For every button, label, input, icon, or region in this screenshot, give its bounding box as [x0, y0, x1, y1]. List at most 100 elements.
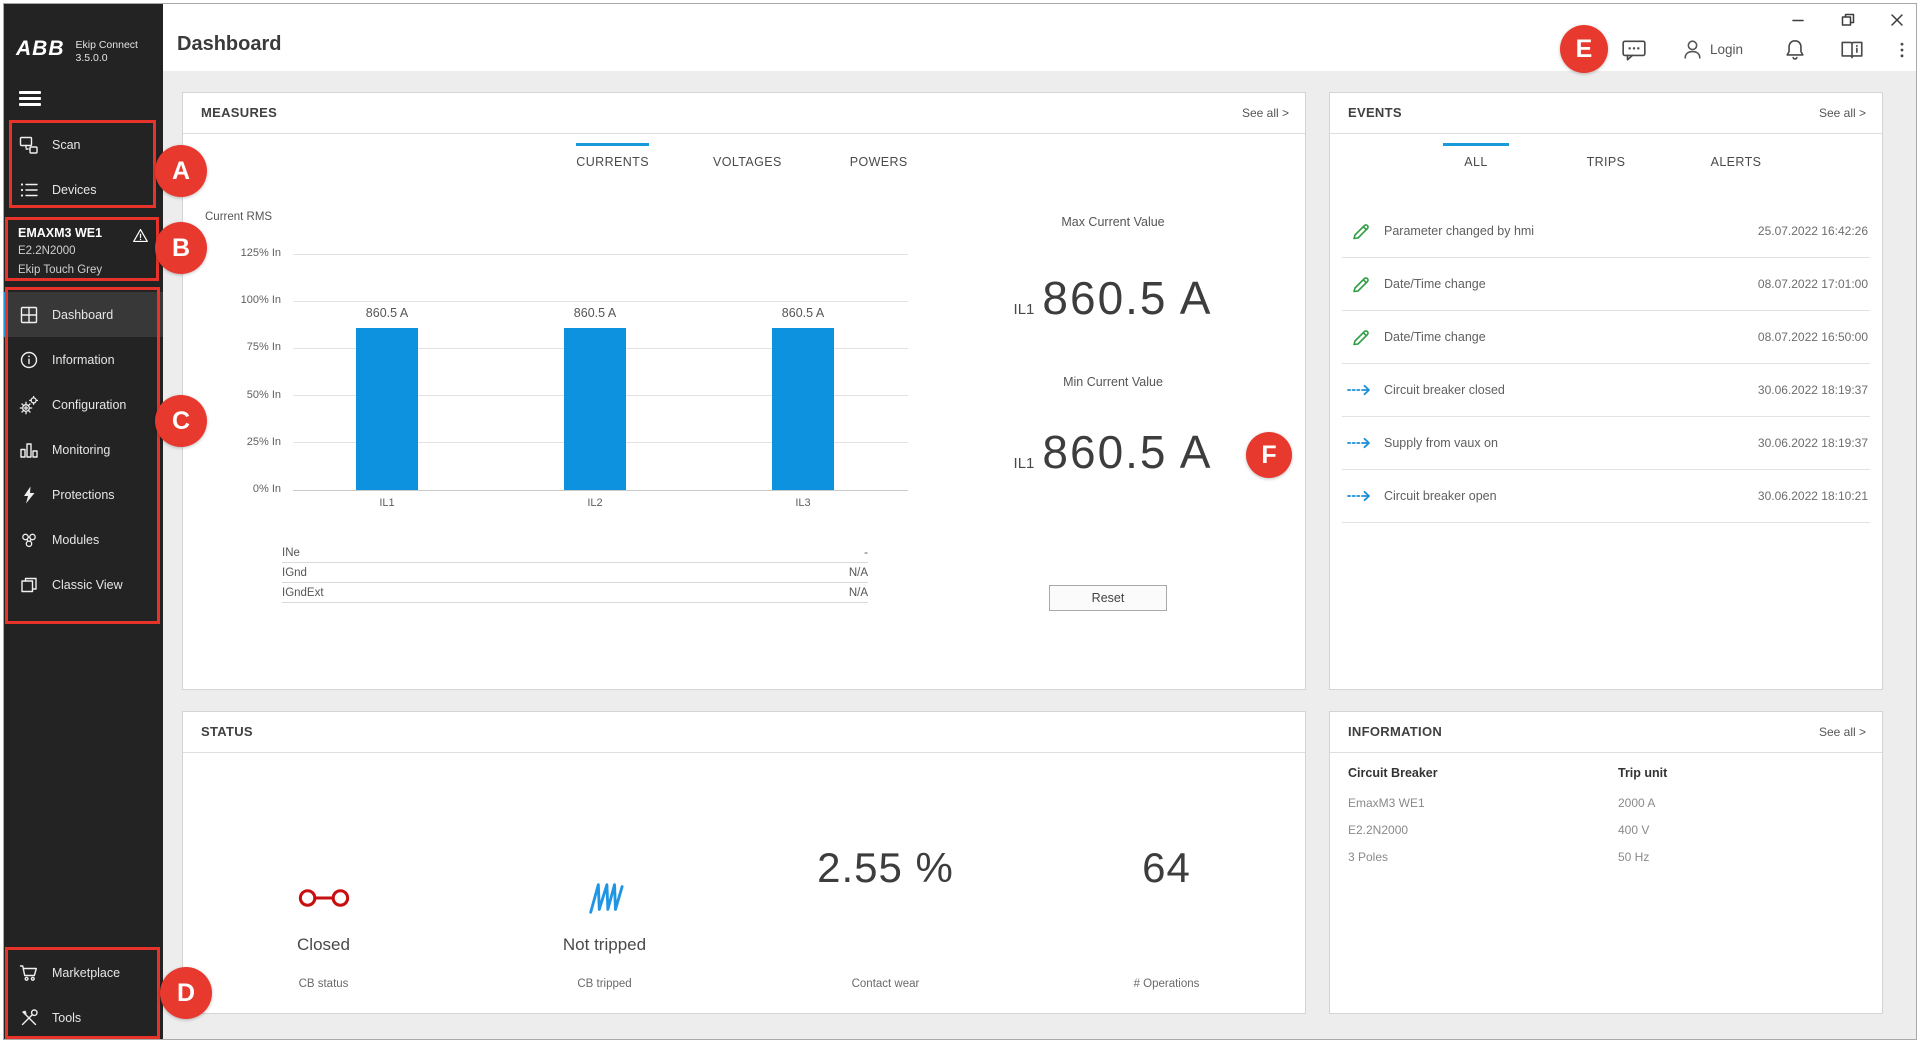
monitoring-icon — [19, 440, 39, 460]
abb-logo: ABB — [16, 38, 65, 60]
information-header: INFORMATION See all > — [1330, 712, 1882, 753]
event-label: Parameter changed by hmi — [1384, 224, 1758, 238]
configuration-icon — [19, 395, 39, 415]
info-column-header: Circuit Breaker — [1348, 766, 1598, 780]
event-row[interactable]: Circuit breaker open30.06.2022 18:10:21 — [1342, 470, 1870, 523]
tab-indicator — [1573, 143, 1639, 146]
sidebar-item-label: Marketplace — [52, 966, 120, 980]
events-header: EVENTS See all > — [1330, 93, 1882, 134]
app-brand: ABB Ekip Connect 3.5.0.0 — [16, 38, 138, 65]
sidebar-item-modules[interactable]: Modules — [4, 517, 163, 562]
measure-row: IGndN/A — [282, 563, 868, 583]
close-button[interactable] — [1889, 12, 1905, 28]
kebab-menu-icon[interactable] — [1892, 37, 1912, 63]
measures-header: MEASURES See all > — [183, 93, 1305, 134]
cb-closed-icon — [183, 870, 464, 926]
status-value: 2.55 % — [745, 844, 1026, 892]
tab-indicator — [576, 143, 649, 146]
measure-value: - — [864, 547, 868, 559]
event-label: Circuit breaker closed — [1384, 383, 1758, 397]
tab-powers[interactable]: POWERS — [832, 143, 926, 169]
tab-all[interactable]: ALL — [1429, 143, 1523, 169]
sidebar-item-label: Scan — [52, 138, 81, 152]
measures-see-all-link[interactable]: See all > — [1242, 93, 1289, 133]
event-label: Date/Time change — [1384, 330, 1758, 344]
sidebar-item-dashboard[interactable]: Dashboard — [4, 292, 163, 337]
information-see-all-link[interactable]: See all > — [1819, 712, 1866, 752]
sidebar-item-tools[interactable]: Tools — [4, 995, 163, 1040]
sidebar-item-label: Configuration — [52, 398, 126, 412]
restore-button[interactable] — [1840, 12, 1856, 28]
status-caption: # Operations — [1026, 978, 1307, 990]
page-title: Dashboard — [177, 33, 281, 56]
tab-voltages[interactable]: VOLTAGES — [699, 143, 796, 169]
sidebar-item-label: Classic View — [52, 578, 123, 592]
tab-indicator — [713, 143, 782, 146]
max-phase: IL1 — [1014, 301, 1035, 318]
tab-trips[interactable]: TRIPS — [1559, 143, 1653, 169]
sidebar-item-configuration[interactable]: Configuration — [4, 382, 163, 427]
sidebar-item-information[interactable]: Information — [4, 337, 163, 382]
y-tick-label: 0% In — [211, 483, 281, 495]
tab-label: ALL — [1464, 155, 1487, 169]
event-row[interactable]: Date/Time change08.07.2022 17:01:00 — [1342, 258, 1870, 311]
event-timestamp: 08.07.2022 17:01:00 — [1758, 277, 1868, 291]
tab-currents[interactable]: CURRENTS — [562, 143, 663, 169]
status-value: Closed — [183, 935, 464, 955]
hamburger-menu-icon[interactable] — [19, 91, 41, 107]
sidebar-item-label: Dashboard — [52, 308, 113, 322]
gridline — [293, 301, 908, 302]
tab-label: CURRENTS — [576, 155, 649, 169]
events-panel: EVENTS See all > ALL TRIPS ALERTS Paramete… — [1329, 92, 1883, 690]
y-tick-label: 75% In — [211, 341, 281, 353]
sidebar-item-monitoring[interactable]: Monitoring — [4, 427, 163, 472]
measure-row: INe - — [282, 543, 868, 563]
sidebar-item-scan[interactable]: Scan — [4, 122, 163, 167]
chart-bar-il1 — [356, 328, 418, 490]
tools-icon — [19, 1008, 39, 1028]
event-row[interactable]: Supply from vaux on30.06.2022 18:19:37 — [1342, 417, 1870, 470]
event-row[interactable]: Date/Time change08.07.2022 16:50:00 — [1342, 311, 1870, 364]
info-row: 400 V — [1618, 823, 1868, 837]
device-model: E2.2N2000 — [18, 242, 149, 261]
info-row: 3 Poles — [1348, 850, 1598, 864]
x-tick-label: IL1 — [337, 497, 437, 509]
status-card-cb-status: ClosedCB status — [183, 752, 464, 1013]
event-timestamp: 08.07.2022 16:50:00 — [1758, 330, 1868, 344]
max-current-value: IL1 860.5 A — [933, 271, 1293, 325]
tab-label: VOLTAGES — [713, 155, 782, 169]
events-see-all-link[interactable]: See all > — [1819, 93, 1866, 133]
max-current-label: Max Current Value — [933, 213, 1293, 231]
measure-label: INe — [282, 547, 300, 559]
notifications-bell-icon[interactable] — [1782, 37, 1808, 63]
sidebar-item-protections[interactable]: Protections — [4, 472, 163, 517]
status-title: STATUS — [201, 712, 253, 752]
y-tick-label: 50% In — [211, 389, 281, 401]
sidebar-bottom-nav: Marketplace Tools — [4, 950, 163, 1040]
event-row[interactable]: Circuit breaker closed30.06.2022 18:19:3… — [1342, 364, 1870, 417]
event-timestamp: 30.06.2022 18:10:21 — [1758, 489, 1868, 503]
measures-title: MEASURES — [201, 93, 277, 133]
sidebar-item-marketplace[interactable]: Marketplace — [4, 950, 163, 995]
feedback-chat-icon[interactable] — [1621, 37, 1647, 63]
device-card[interactable]: EMAXM3 WE1 E2.2N2000 Ekip Touch Grey — [4, 217, 163, 281]
event-row[interactable]: Parameter changed by hmi25.07.2022 16:42… — [1342, 205, 1870, 258]
min-phase: IL1 — [1014, 455, 1035, 472]
measure-value: N/A — [849, 567, 868, 579]
events-title: EVENTS — [1348, 93, 1402, 133]
tab-label: ALERTS — [1711, 155, 1762, 169]
minimize-button[interactable] — [1790, 12, 1806, 28]
classic-view-icon — [19, 575, 39, 595]
sidebar-item-label: Protections — [52, 488, 115, 502]
chart-title: Current RMS — [205, 211, 272, 223]
tab-alerts[interactable]: ALERTS — [1689, 143, 1783, 169]
manual-book-icon[interactable] — [1839, 37, 1865, 63]
login-button[interactable]: Login — [1680, 37, 1743, 62]
reset-button[interactable]: Reset — [1049, 585, 1167, 611]
chart-bar-il2 — [564, 328, 626, 490]
sidebar-item-devices[interactable]: Devices — [4, 167, 163, 212]
sidebar-item-classic-view[interactable]: Classic View — [4, 562, 163, 607]
info-column-header: Trip unit — [1618, 766, 1868, 780]
information-panel: INFORMATION See all > Circuit BreakerEma… — [1329, 711, 1883, 1014]
status-card-contact-wear: 2.55 %Contact wear — [745, 752, 1026, 1013]
